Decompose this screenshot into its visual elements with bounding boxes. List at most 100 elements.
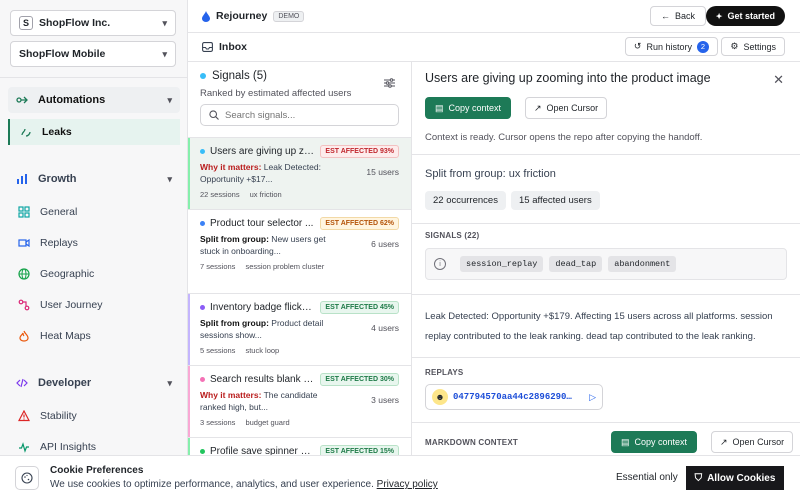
replay-item[interactable]: ☻ 047794570aa44c28962903b ▷ — [425, 384, 603, 410]
divider — [412, 294, 800, 295]
app-root: S ShopFlow Inc. ▾ ShopFlow Mobile ▾ Auto… — [0, 0, 800, 500]
external-link-icon: ↗ — [534, 102, 542, 113]
sidebar-item-label: User Journey — [40, 299, 103, 311]
signal-tag: session_replay — [460, 256, 544, 272]
nav-group-label: Growth — [38, 173, 77, 185]
affected-badge: EST AFFECTED 30% — [320, 373, 399, 386]
nav-group-label: Automations — [38, 94, 106, 106]
nav-group-label: Developer — [38, 377, 92, 389]
chevron-down-icon: ▾ — [167, 94, 172, 105]
sidebar-item-label: Replays — [40, 237, 78, 249]
project-select[interactable]: ShopFlow Mobile ▾ — [10, 41, 176, 67]
nav-group-developer[interactable]: Developer ▾ — [8, 370, 180, 396]
sidebar-item-stability[interactable]: Stability — [8, 403, 180, 429]
workspace-badge: S — [19, 16, 33, 30]
inbox-title: Inbox — [219, 41, 247, 53]
open-cursor-button[interactable]: ↗ Open Cursor — [525, 97, 608, 119]
settings-button[interactable]: ⚙ Settings — [721, 37, 785, 56]
get-started-label: Get started — [727, 11, 775, 21]
signal-card[interactable]: Inventory badge flicke... EST AFFECTED 45… — [188, 293, 411, 365]
video-icon — [18, 237, 30, 249]
replay-id: 047794570aa44c28962903b — [453, 392, 577, 402]
card-users: 15 users — [366, 167, 399, 177]
play-icon[interactable]: ▷ — [589, 392, 596, 403]
close-icon[interactable]: ✕ — [773, 72, 784, 88]
back-button[interactable]: ← Back — [649, 6, 706, 26]
chevron-down-icon: ▾ — [167, 377, 172, 388]
detail-title: Users are giving up zooming into the pro… — [425, 71, 711, 85]
search-icon — [209, 110, 219, 120]
sidebar-item-replays[interactable]: Replays — [8, 230, 180, 256]
growth-icon — [16, 173, 28, 185]
sidebar-item-user-journey[interactable]: User Journey — [8, 292, 180, 318]
card-title: Users are giving up zo... — [210, 146, 315, 157]
sidebar-item-general[interactable]: General — [8, 199, 180, 225]
card-lead: Why it matters: — [200, 390, 262, 400]
card-accent-bar — [188, 438, 190, 455]
document-icon: ▤ — [435, 102, 444, 113]
card-users: 6 users — [371, 239, 399, 249]
workspace-select[interactable]: S ShopFlow Inc. ▾ — [10, 10, 176, 36]
signal-tag: abandonment — [608, 256, 677, 272]
affected-badge: EST AFFECTED 62% — [320, 217, 399, 230]
sidebar-item-leaks[interactable]: Leaks — [8, 119, 180, 145]
cookie-title: Cookie Preferences — [50, 465, 144, 476]
card-lead: Split from group: — [200, 234, 269, 244]
allow-cookies-label: Allow Cookies — [707, 472, 776, 484]
affected-badge: EST AFFECTED 93% — [320, 145, 399, 158]
signals-title-text: Signals (5) — [212, 70, 267, 82]
copy-context-button[interactable]: ▤ Copy context — [425, 97, 512, 119]
nav-group-growth[interactable]: Growth ▾ — [8, 166, 180, 192]
markdown-copy-context-button[interactable]: ▤ Copy context — [611, 431, 698, 453]
sidebar-item-geographic[interactable]: Geographic — [8, 261, 180, 287]
card-title: Product tour selector ... — [210, 218, 314, 229]
run-history-button[interactable]: ↺ Run history 2 — [624, 37, 718, 56]
signal-card[interactable]: Profile save spinner di... EST AFFECTED 1… — [188, 437, 411, 455]
cookie-banner: Cookie Preferences We use cookies to opt… — [0, 455, 800, 500]
context-ready-text: Context is ready. Cursor opens the repo … — [425, 132, 703, 143]
affected-badge: EST AFFECTED 45% — [320, 301, 399, 314]
filter-icon[interactable] — [384, 78, 395, 88]
sidebar-divider — [0, 77, 188, 78]
run-history-label: Run history — [646, 41, 692, 52]
card-tag: stuck loop — [245, 346, 280, 355]
grid-icon — [18, 206, 30, 218]
privacy-policy-link[interactable]: Privacy policy — [377, 479, 438, 490]
card-tag: budget guard — [245, 418, 290, 427]
signals-search[interactable] — [200, 104, 399, 126]
flame-icon — [18, 330, 30, 342]
essential-only-button[interactable]: Essential only — [616, 472, 678, 483]
sidebar-item-heat-maps[interactable]: Heat Maps — [8, 323, 180, 349]
copy-context-label: Copy context — [634, 437, 688, 447]
card-meta: 22 sessions ux friction — [200, 190, 399, 199]
split-group-text: Split from group: ux friction — [425, 168, 556, 180]
status-dot-icon — [200, 305, 205, 310]
status-dot-icon — [200, 377, 205, 382]
signal-card[interactable]: Users are giving up zo... EST AFFECTED 93… — [188, 137, 411, 209]
nav-group-automations[interactable]: Automations ▾ — [8, 87, 180, 113]
status-dot-icon — [200, 149, 205, 154]
allow-cookies-button[interactable]: ⛉ Allow Cookies — [686, 466, 784, 490]
search-input[interactable] — [225, 109, 385, 121]
markdown-open-cursor-button[interactable]: ↗ Open Cursor — [711, 431, 794, 453]
signal-card[interactable]: Product tour selector ... EST AFFECTED 62… — [188, 209, 411, 293]
card-description: Why it matters: Leak Detected: Opportuni… — [200, 161, 330, 185]
card-description: Why it matters: The candidate ranked hig… — [200, 389, 330, 413]
sidebar-item-label: General — [40, 206, 78, 218]
leak-summary-text: Leak Detected: Opportunity +$179. Affect… — [425, 311, 773, 342]
inbox-icon — [202, 42, 213, 52]
card-accent-bar — [188, 366, 190, 437]
cookie-description: We use cookies to optimize performance, … — [50, 479, 374, 490]
affected-users-chip: 15 affected users — [511, 191, 600, 210]
divider — [412, 422, 800, 423]
card-meta: 7 sessions session problem cluster — [200, 262, 399, 271]
document-icon: ▤ — [621, 436, 630, 447]
chevron-down-icon: ▾ — [162, 17, 167, 28]
signal-card[interactable]: Search results blank s... EST AFFECTED 30… — [188, 365, 411, 437]
card-body: Why it matters: The candidate ranked hig… — [200, 389, 399, 413]
card-header: Users are giving up zo... EST AFFECTED 93… — [200, 145, 399, 158]
card-header: Product tour selector ... EST AFFECTED 62… — [200, 217, 399, 230]
divider — [412, 154, 800, 155]
code-icon — [16, 377, 28, 389]
get-started-button[interactable]: ✦ Get started — [705, 6, 785, 26]
